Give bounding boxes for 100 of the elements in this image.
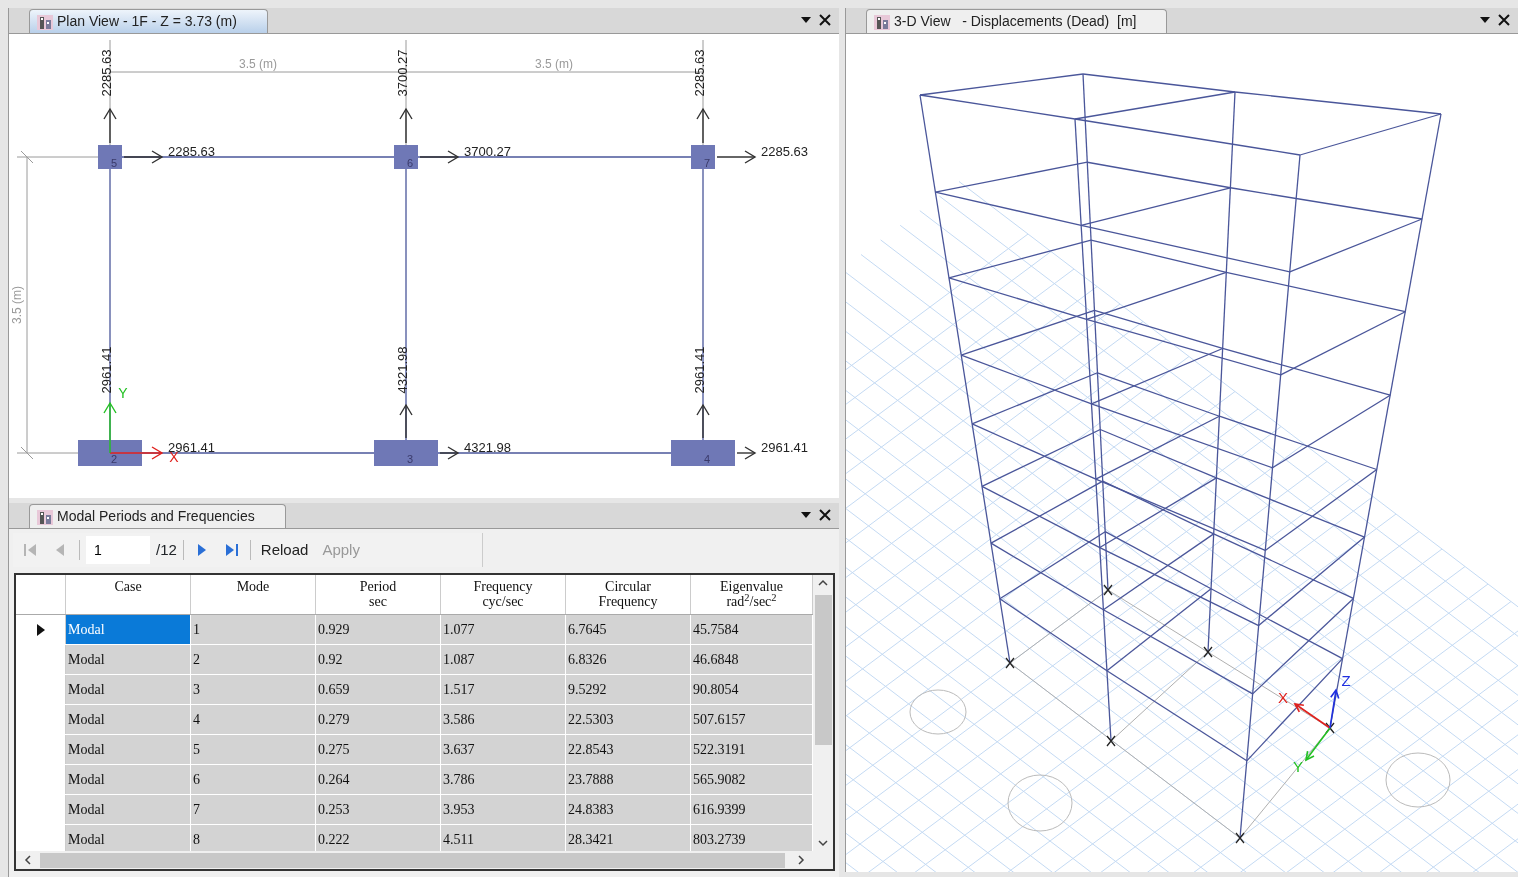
table-cell: Modal <box>66 795 191 824</box>
modal-table-tab[interactable]: Modal Periods and Frequencies <box>29 504 286 528</box>
reaction-arrow <box>399 403 413 439</box>
table-cell: 22.5303 <box>566 705 691 734</box>
table-cell: 5 <box>191 735 316 764</box>
joint-label: 7 <box>704 157 711 169</box>
table-cell: 0.279 <box>316 705 441 734</box>
reaction-arrow <box>696 107 710 144</box>
reaction-label: 2285.63 <box>168 144 215 159</box>
table-cell: Modal <box>66 675 191 704</box>
vertical-scrollbar[interactable] <box>813 575 833 851</box>
reaction-label: 2285.63 <box>761 144 808 159</box>
table-cell: 6 <box>191 765 316 794</box>
reaction-arrow <box>716 150 757 164</box>
table-cell: 22.8543 <box>566 735 691 764</box>
building-icon <box>873 12 891 31</box>
dimension-label: 3.5 (m) <box>239 57 277 71</box>
reaction-label: 2285.63 <box>692 49 707 97</box>
table-cell: 0.929 <box>316 615 441 644</box>
table-cell: Modal <box>66 705 191 734</box>
dropdown-icon[interactable] <box>801 17 811 23</box>
table-cell: 1.517 <box>441 675 566 704</box>
table-cell: 3.637 <box>441 735 566 764</box>
dropdown-icon[interactable] <box>801 512 811 518</box>
joint-label: 4 <box>704 453 711 465</box>
table-cell: 4 <box>191 705 316 734</box>
reaction-label: 2285.63 <box>99 49 114 97</box>
column-marker <box>98 145 122 169</box>
close-icon[interactable] <box>819 14 831 26</box>
table-cell: 507.6157 <box>691 705 813 734</box>
horizontal-scrollbar[interactable] <box>16 851 833 869</box>
table-cell: 6.7645 <box>566 615 691 644</box>
table-cell: 565.9082 <box>691 765 813 794</box>
z-axis-arrow <box>1329 688 1340 729</box>
reaction-arrow <box>399 107 413 144</box>
table-cell: 0.275 <box>316 735 441 764</box>
close-icon[interactable] <box>819 509 831 521</box>
table-cell: 3 <box>191 675 316 704</box>
table-cell: 23.7888 <box>566 765 691 794</box>
axis-label: Z <box>1341 672 1351 689</box>
table-cell: 6.8326 <box>566 645 691 674</box>
table-cell: 90.8054 <box>691 675 813 704</box>
reaction-arrow <box>736 446 757 460</box>
table-cell: 7 <box>191 795 316 824</box>
joint-label: 3 <box>407 453 414 465</box>
table-cell: 616.9399 <box>691 795 813 824</box>
table-cell: 1 <box>191 615 316 644</box>
column-marker <box>374 440 438 466</box>
column-header[interactable]: Period sec <box>316 575 441 614</box>
joint-label: 5 <box>111 157 118 169</box>
column-header[interactable]: Circular Frequency <box>566 575 691 614</box>
grid-bubble <box>909 689 967 735</box>
table-cell: 28.3421 <box>566 825 691 851</box>
page-count: /12 <box>156 539 177 560</box>
table-cell: 0.253 <box>316 795 441 824</box>
column-marker <box>671 440 735 466</box>
table-cell: Modal <box>66 645 191 674</box>
close-icon[interactable] <box>1498 14 1510 26</box>
building-icon <box>36 12 54 31</box>
joint-label: 2 <box>111 453 118 465</box>
reaction-arrow <box>103 107 117 144</box>
table-cell: 46.6848 <box>691 645 813 674</box>
axis-label: Y <box>1293 758 1303 775</box>
reaction-label: 4321.98 <box>464 440 511 455</box>
table-cell: 9.5292 <box>566 675 691 704</box>
reload-button[interactable]: Reload <box>256 538 313 562</box>
table-cell: 3.953 <box>441 795 566 824</box>
column-header[interactable]: Frequency cyc/sec <box>441 575 566 614</box>
table-cell: 1.077 <box>441 615 566 644</box>
reaction-label: 3700.27 <box>464 144 511 159</box>
reaction-label: 2961.41 <box>99 346 114 394</box>
scrollbar-thumb[interactable] <box>40 852 785 868</box>
table-cell: 1.087 <box>441 645 566 674</box>
reaction-arrow <box>696 403 710 439</box>
reaction-arrow <box>419 150 460 164</box>
table-cell: 4.511 <box>441 825 566 851</box>
table-cell: 0.222 <box>316 825 441 851</box>
last-page-icon[interactable] <box>223 542 240 558</box>
table-cell: 0.264 <box>316 765 441 794</box>
plan-view-tab[interactable]: Plan View - 1F - Z = 3.73 (m) <box>29 9 268 33</box>
y-axis-arrow <box>1304 727 1331 762</box>
x-axis-arrow <box>1293 703 1331 729</box>
table-cell: 24.8383 <box>566 795 691 824</box>
reaction-label: 2961.41 <box>692 346 707 394</box>
column-header[interactable]: Case <box>66 575 191 614</box>
column-marker <box>691 145 715 169</box>
building-icon <box>36 507 54 526</box>
dropdown-icon[interactable] <box>1480 17 1490 23</box>
table-cell: 0.92 <box>316 645 441 674</box>
reaction-arrow <box>123 150 164 164</box>
table-cell: 0.659 <box>316 675 441 704</box>
3d-view-tab[interactable]: 3-D View - Displacements (Dead) [m] <box>866 9 1168 33</box>
joint-label: 6 <box>407 157 414 169</box>
column-header[interactable]: Mode <box>191 575 316 614</box>
column-marker <box>394 145 418 169</box>
dimension-label: 3.5 (m) <box>535 57 573 71</box>
reaction-label: 3700.27 <box>395 49 410 97</box>
y-axis-arrow <box>103 401 117 454</box>
scrollbar-thumb[interactable] <box>814 595 832 745</box>
page-field[interactable]: 1 <box>86 536 150 564</box>
